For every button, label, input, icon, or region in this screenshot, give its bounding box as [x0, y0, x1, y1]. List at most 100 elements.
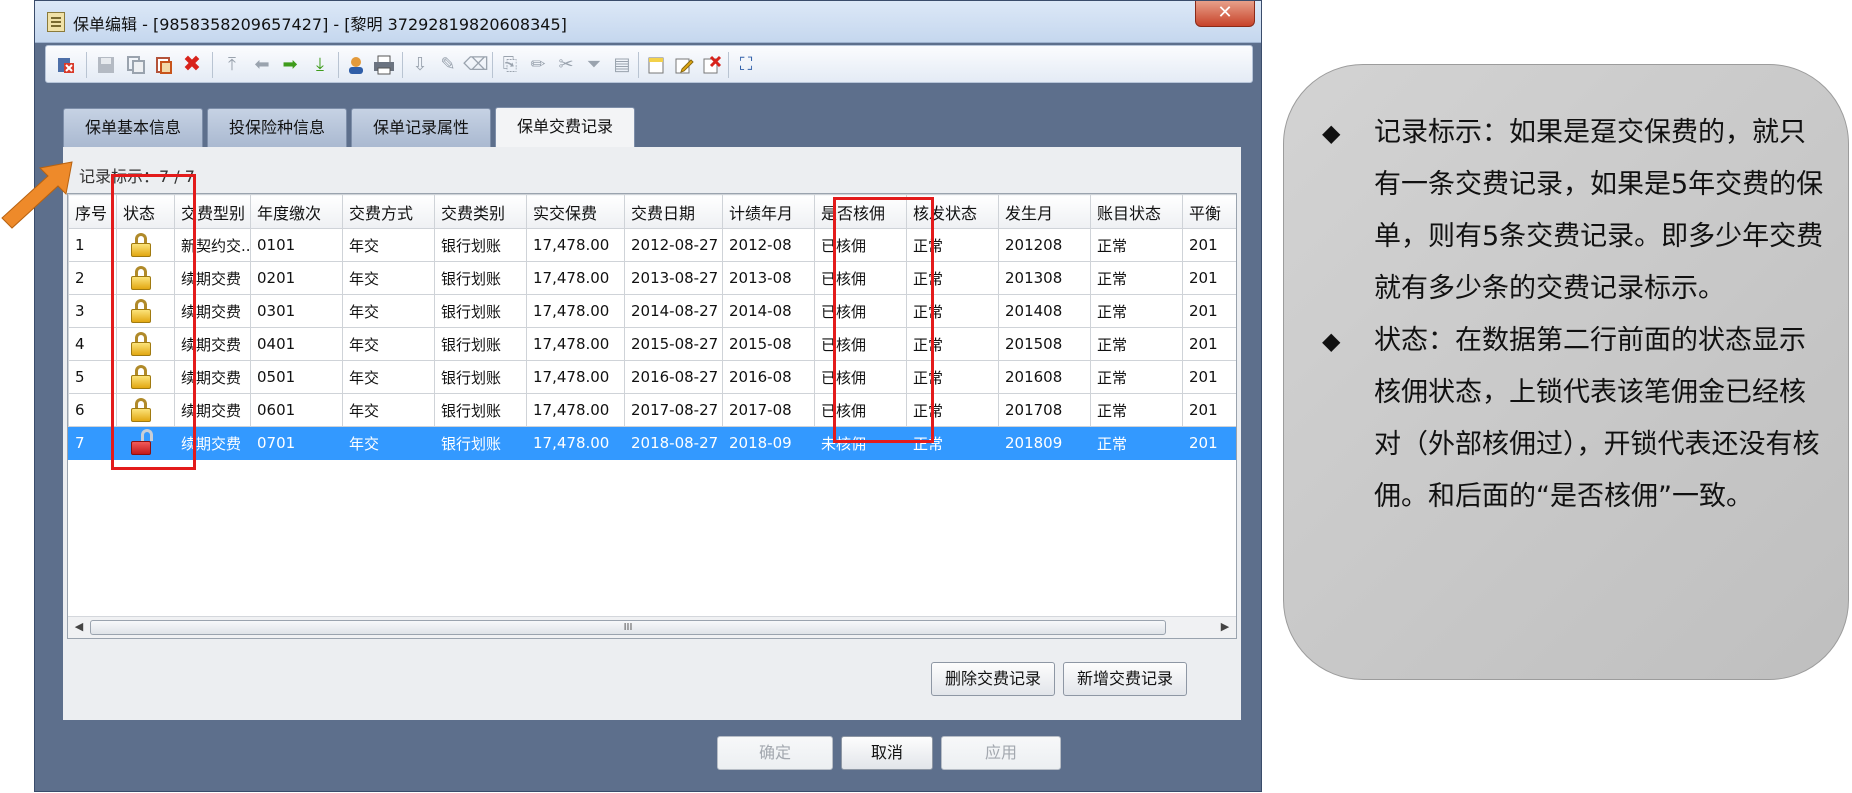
cell-account[interactable]: 正常 [1090, 393, 1183, 427]
cell-balance[interactable]: 201 [1182, 393, 1236, 427]
cell-month[interactable]: 2013-08 [722, 261, 815, 295]
prev-icon[interactable]: ⬅ [250, 53, 274, 77]
clear-icon[interactable]: ⌫ [463, 53, 488, 77]
col-header[interactable]: 交费日期 [624, 194, 723, 229]
table-row[interactable]: 2 续期交费 0201 年交 银行划账 17,478.00 2013-08-27 2013-0… [68, 261, 1236, 295]
user-icon[interactable] [344, 53, 368, 77]
cell-occur[interactable]: 201708 [998, 393, 1091, 427]
cell-balance[interactable]: 201 [1182, 360, 1236, 394]
cell-occur[interactable]: 201508 [998, 327, 1091, 361]
save-icon[interactable] [94, 53, 118, 77]
pencil-icon[interactable]: ✏ [526, 53, 550, 77]
cell-category[interactable]: 银行划账 [434, 294, 527, 328]
cell-method[interactable]: 年交 [342, 426, 435, 460]
layout-icon[interactable]: ▤ [610, 53, 634, 77]
cell-no[interactable]: 2 [68, 261, 117, 295]
cell-premium[interactable]: 17,478.00 [526, 360, 625, 394]
tab-payment-records[interactable]: 保单交费记录 [495, 107, 635, 150]
cell-no[interactable]: 1 [68, 228, 117, 262]
edit-icon[interactable]: ✎ [436, 53, 460, 77]
cell-premium[interactable]: 17,478.00 [526, 294, 625, 328]
cell-method[interactable]: 年交 [342, 261, 435, 295]
cell-month[interactable]: 2017-08 [722, 393, 815, 427]
tab-record-attributes[interactable]: 保单记录属性 [351, 108, 491, 148]
cell-date[interactable]: 2014-08-27 [624, 294, 723, 328]
cell-date[interactable]: 2013-08-27 [624, 261, 723, 295]
cell-category[interactable]: 银行划账 [434, 360, 527, 394]
cell-seq[interactable]: 0401 [250, 327, 343, 361]
cell-account[interactable]: 正常 [1090, 360, 1183, 394]
cell-premium[interactable]: 17,478.00 [526, 393, 625, 427]
cell-account[interactable]: 正常 [1090, 426, 1183, 460]
table-row[interactable]: 6 续期交费 0601 年交 银行划账 17,478.00 2017-08-27 2017-0… [68, 393, 1236, 427]
cell-balance[interactable]: 201 [1182, 261, 1236, 295]
scroll-right-icon[interactable]: ▶ [1218, 620, 1232, 634]
cell-method[interactable]: 年交 [342, 360, 435, 394]
col-header[interactable]: 计绩年月 [722, 194, 815, 229]
cell-account[interactable]: 正常 [1090, 261, 1183, 295]
exit-icon[interactable] [54, 53, 78, 77]
col-header[interactable]: 发生月 [998, 194, 1091, 229]
cell-date[interactable]: 2017-08-27 [624, 393, 723, 427]
cell-premium[interactable]: 17,478.00 [526, 228, 625, 262]
col-header[interactable]: 平衡 [1182, 194, 1236, 229]
cell-month[interactable]: 2016-08 [722, 360, 815, 394]
scroll-left-icon[interactable]: ◀ [72, 620, 86, 634]
scroll-thumb[interactable]: III [90, 620, 1166, 635]
cell-account[interactable]: 正常 [1090, 294, 1183, 328]
tab-basic-info[interactable]: 保单基本信息 [63, 108, 203, 148]
close-button[interactable]: ✕ [1195, 1, 1255, 27]
cell-category[interactable]: 银行划账 [434, 426, 527, 460]
next-icon[interactable]: ➡ [278, 53, 302, 77]
col-header[interactable]: 年度缴次 [250, 194, 343, 229]
cell-seq[interactable]: 0501 [250, 360, 343, 394]
cell-seq[interactable]: 0601 [250, 393, 343, 427]
horizontal-scrollbar[interactable]: ◀ III ▶ [68, 616, 1236, 638]
new-icon[interactable] [644, 53, 668, 77]
cell-month[interactable]: 2014-08 [722, 294, 815, 328]
cell-month[interactable]: 2012-08 [722, 228, 815, 262]
table-row[interactable]: 4 续期交费 0401 年交 银行划账 17,478.00 2015-08-27 2015-0… [68, 327, 1236, 361]
col-header[interactable]: 账目状态 [1090, 194, 1183, 229]
cell-month[interactable]: 2015-08 [722, 327, 815, 361]
remove-icon[interactable] [700, 53, 724, 77]
tab-insurance-info[interactable]: 投保险种信息 [207, 108, 347, 148]
cell-no[interactable]: 3 [68, 294, 117, 328]
cell-balance[interactable]: 201 [1182, 426, 1236, 460]
cell-date[interactable]: 2018-08-27 [624, 426, 723, 460]
note-edit-icon[interactable] [672, 53, 696, 77]
cell-no[interactable]: 7 [68, 426, 117, 460]
cell-occur[interactable]: 201608 [998, 360, 1091, 394]
cell-premium[interactable]: 17,478.00 [526, 261, 625, 295]
table-row[interactable]: 3 续期交费 0301 年交 银行划账 17,478.00 2014-08-27 2014-0… [68, 294, 1236, 328]
cell-method[interactable]: 年交 [342, 228, 435, 262]
cell-seq[interactable]: 0101 [250, 228, 343, 262]
cut-icon[interactable]: ✂ [554, 53, 578, 77]
cell-premium[interactable]: 17,478.00 [526, 327, 625, 361]
cell-balance[interactable]: 201 [1182, 228, 1236, 262]
cell-month[interactable]: 2018-09 [722, 426, 815, 460]
filter-icon[interactable]: ⏷ [582, 53, 606, 77]
cell-method[interactable]: 年交 [342, 294, 435, 328]
cell-premium[interactable]: 17,478.00 [526, 426, 625, 460]
import-icon[interactable]: ⇩ [408, 53, 432, 77]
cell-balance[interactable]: 201 [1182, 294, 1236, 328]
last-icon[interactable]: ⤓ [308, 53, 332, 77]
cell-no[interactable]: 4 [68, 327, 117, 361]
table-row[interactable]: 1 新契约交... 0101 年交 银行划账 17,478.00 2012-08-27 201… [68, 228, 1236, 262]
title-bar[interactable]: 保单编辑 - [9858358209657427] - [黎明 37292819… [35, 1, 1261, 43]
cell-account[interactable]: 正常 [1090, 228, 1183, 262]
cell-seq[interactable]: 0701 [250, 426, 343, 460]
table-row[interactable]: 5 续期交费 0501 年交 银行划账 17,478.00 2016-08-27 2016-0… [68, 360, 1236, 394]
cell-no[interactable]: 5 [68, 360, 117, 394]
cell-date[interactable]: 2012-08-27 [624, 228, 723, 262]
cell-occur[interactable]: 201308 [998, 261, 1091, 295]
table-row[interactable]: 7 续期交费 0701 年交 银行划账 17,478.00 2018-08-27 2018-0… [68, 426, 1236, 460]
cell-date[interactable]: 2015-08-27 [624, 327, 723, 361]
fullscreen-icon[interactable]: ⛶ [734, 53, 758, 77]
cell-occur[interactable]: 201809 [998, 426, 1091, 460]
ok-button[interactable]: 确定 [717, 736, 833, 770]
brush-icon[interactable]: ⎘ [498, 53, 522, 77]
cell-date[interactable]: 2016-08-27 [624, 360, 723, 394]
cell-category[interactable]: 银行划账 [434, 393, 527, 427]
